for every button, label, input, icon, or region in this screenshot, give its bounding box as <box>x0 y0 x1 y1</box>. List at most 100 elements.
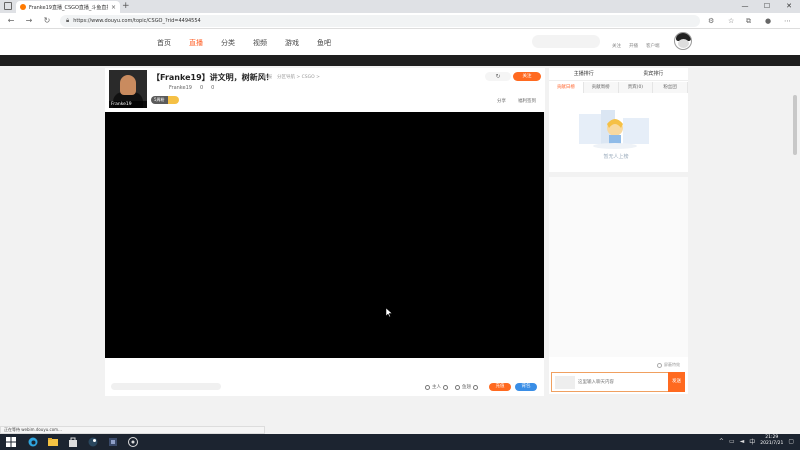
header-link-client[interactable]: 客户端 <box>646 43 660 49</box>
tab-actions-icon[interactable] <box>4 2 12 10</box>
recharge-button[interactable]: 充值 <box>489 383 511 391</box>
store-icon[interactable] <box>68 437 78 447</box>
tab-close-icon[interactable]: × <box>111 4 116 11</box>
tray-chevron-icon[interactable]: ^ <box>719 438 724 445</box>
gift2-label: 鱼翅 <box>462 385 471 390</box>
avatar-face <box>678 39 689 48</box>
site-search-input[interactable] <box>532 35 600 48</box>
site-nav: 首页 直播 分类 视频 游戏 鱼吧 <box>157 38 349 48</box>
nav-category[interactable]: 分类 <box>221 38 253 48</box>
checkin-link[interactable]: 福利签到 <box>518 98 536 104</box>
emoji-button[interactable] <box>555 376 575 389</box>
loading-spinner-icon: ↻ <box>485 72 511 81</box>
block-effects-toggle[interactable]: 屏蔽特效 <box>657 362 680 368</box>
nav-video[interactable]: 视频 <box>253 38 285 48</box>
fish-fin-icon <box>455 384 460 390</box>
clock-date: 2021/7/21 <box>760 441 784 446</box>
tab-title: Franke19直播_CSGO直播_斗鱼直播 <box>29 4 108 11</box>
room-actions: 分享 福利签到 <box>497 98 536 104</box>
page-scrollbar[interactable] <box>793 95 797 155</box>
browser-toolbar: ← → ↻ 🔒︎ https://www.douyu.com/topic/CSG… <box>0 13 800 29</box>
maximize-button[interactable]: ☐ <box>756 0 778 13</box>
collections-icon[interactable]: ⧉ <box>746 15 751 27</box>
volume-icon[interactable]: ◄ <box>740 438 745 445</box>
system-tray: ^ ▭ ◄ 中 21:29 2021/7/21 ▢ <box>719 435 794 447</box>
chat-message-area[interactable] <box>549 177 688 357</box>
tab-weekly-contribution[interactable]: 贡献周榜 <box>584 82 619 93</box>
browser-tab[interactable]: Franke19直播_CSGO直播_斗鱼直播 × <box>16 1 120 13</box>
nav-game[interactable]: 游戏 <box>285 38 317 48</box>
avatar-head <box>120 75 136 95</box>
back-arrow-icon[interactable]: ← <box>6 15 16 27</box>
window-controls: — ☐ ✕ <box>734 0 800 13</box>
tab-vip-count[interactable]: 贵宾(0) <box>619 82 654 93</box>
backpack-button[interactable]: 背包 <box>515 383 537 391</box>
header-dark-band <box>0 55 800 66</box>
room-meta: 举报 分区导航 > CSGO > <box>263 74 320 80</box>
nav-home[interactable]: 首页 <box>157 38 189 48</box>
chat-input-wrapper: 发送 <box>551 372 685 392</box>
fan-level-badge[interactable]: 5周粉 <box>151 96 179 104</box>
steam-icon[interactable] <box>88 437 98 447</box>
gift-progress-pill <box>111 383 221 390</box>
browser-status-bar: 正在等待 webim.douyu.com... <box>0 426 265 434</box>
anchor-avatar[interactable]: Franke19 <box>109 70 147 108</box>
room-title: 【Franke19】讲文明，树新风！ <box>152 73 274 82</box>
report-link[interactable]: 举报 <box>263 74 272 80</box>
chat-input[interactable] <box>578 376 666 389</box>
gift-bar: 主人 鱼翅 充值 背包 <box>105 358 544 396</box>
app-icon[interactable] <box>108 437 118 447</box>
system-clock[interactable]: 21:29 2021/7/21 <box>760 435 783 447</box>
minimize-button[interactable]: — <box>734 0 756 13</box>
extension-icon[interactable]: ⚙ <box>708 15 714 27</box>
room-stat-2: 0 <box>211 85 215 91</box>
nav-yuba[interactable]: 鱼吧 <box>317 38 349 48</box>
url-text: https://www.douyu.com/topic/CSGO_?rid=44… <box>73 18 201 24</box>
room-stat-1: 0 <box>199 85 204 91</box>
gift-arrow-icon-2 <box>473 384 478 390</box>
gift-arrow-icon <box>443 384 448 390</box>
gift1-label: 主人 <box>432 385 441 390</box>
share-link[interactable]: 分享 <box>497 98 506 104</box>
gift-group-2[interactable]: 鱼翅 <box>455 384 478 390</box>
contribution-tabs: 贡献日榜 贡献周榜 贵宾(0) 粉丝团 <box>549 82 688 93</box>
tab-daily-contribution[interactable]: 贡献日榜 <box>549 82 584 93</box>
tab-anchor-rank[interactable]: 主播排行 <box>549 68 619 80</box>
notification-icon[interactable]: ▢ <box>788 438 794 445</box>
room-info-panel: Franke19 【Franke19】讲文明，树新风！ 举报 分区导航 > CS… <box>105 68 545 112</box>
address-bar[interactable]: 🔒︎ https://www.douyu.com/topic/CSGO_?rid… <box>60 15 700 27</box>
header-link-follow[interactable]: 关注 <box>612 43 621 49</box>
gift-group-1[interactable]: 主人 <box>425 384 448 390</box>
profile-icon[interactable]: ● <box>765 15 771 27</box>
windows-start-icon[interactable] <box>6 437 16 447</box>
refresh-icon[interactable]: ↻ <box>42 15 52 27</box>
site-header: 首页 直播 分类 视频 游戏 鱼吧 关注 开播 客户端 <box>0 29 800 55</box>
anchor-name[interactable]: Franke19 <box>169 85 192 91</box>
category-breadcrumb[interactable]: 分区导航 > CSGO > <box>277 74 320 80</box>
tab-fan-club[interactable]: 粉丝团 <box>653 82 688 93</box>
network-icon[interactable]: ▭ <box>729 438 735 445</box>
file-explorer-icon[interactable] <box>48 437 58 447</box>
nav-live[interactable]: 直播 <box>189 38 221 48</box>
language-icon[interactable]: 中 <box>749 437 755 446</box>
lock-icon: 🔒︎ <box>66 17 70 24</box>
obs-icon[interactable] <box>128 437 138 447</box>
empty-rank-text: 暂无人上榜 <box>603 154 629 160</box>
user-avatar[interactable] <box>674 32 692 50</box>
new-tab-button[interactable]: + <box>122 1 130 12</box>
browser-tab-strip: Franke19直播_CSGO直播_斗鱼直播 × + — ☐ ✕ <box>0 0 800 13</box>
gift-circle-icon <box>425 384 430 390</box>
close-window-button[interactable]: ✕ <box>778 0 800 13</box>
forward-arrow-icon[interactable]: → <box>24 15 34 27</box>
anchor-avatar-tag: Franke19 <box>109 101 147 108</box>
tab-vip-rank[interactable]: 贵宾排行 <box>619 68 689 80</box>
header-link-broadcast[interactable]: 开播 <box>629 43 638 49</box>
douyu-favicon-icon <box>20 4 26 10</box>
send-button[interactable]: 发送 <box>668 372 685 392</box>
more-menu-icon[interactable]: ⋯ <box>784 15 791 27</box>
edge-browser-icon[interactable] <box>28 437 38 447</box>
favorites-icon[interactable]: ☆ <box>728 15 734 27</box>
follow-button[interactable]: 关注 <box>513 72 541 81</box>
video-player[interactable] <box>105 112 544 358</box>
room-sub-info: Franke19 0 0 <box>169 85 214 91</box>
